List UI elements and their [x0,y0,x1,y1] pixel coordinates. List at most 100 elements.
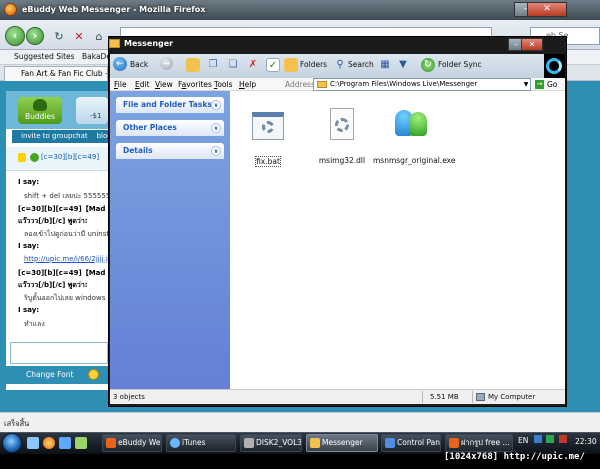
forward-icon[interactable]: → [160,57,173,70]
taskbar-button-upload[interactable]: ฝากรูป free ... [445,434,513,452]
location-text: My Computer [488,393,536,401]
chevron-down-icon[interactable]: ∨ [211,100,221,110]
chat-sender: แว๊ววว[/b][/c] พูดว่า: [18,281,88,290]
block-link[interactable]: block [97,132,108,140]
language-indicator[interactable]: EN [518,436,528,445]
bookmark-suggested-sites[interactable]: Suggested Sites [14,52,75,61]
folder-sync-button[interactable]: Folder Sync [438,55,482,75]
drive-icon [244,438,254,448]
firefox-quicklaunch-icon[interactable] [43,437,55,449]
taskbar-label: iTunes [182,438,206,447]
menu-help[interactable]: Help [239,80,256,89]
chevron-down-icon[interactable]: ∨ [211,123,221,133]
windows-live-logo [544,54,565,78]
explorer-close-button[interactable]: ✕ [521,38,543,51]
file-folder-tasks-header[interactable]: File and Folder Tasks ∨ [116,97,224,113]
go-arrow-icon: → [535,80,544,89]
reload-icon[interactable]: ↻ [52,30,66,44]
chat-sender: I say: [18,178,40,186]
folder-sync-icon[interactable]: ↻ [421,58,435,72]
chat-message: ลองเข้าไปดูก่อนว่ามี uninsta [24,230,108,239]
taskbar-button-disk2[interactable]: DISK2_VOL3... [240,434,302,452]
menu-tools[interactable]: Tools [214,80,232,89]
views-icon[interactable]: ▦ [378,58,392,72]
chat-input[interactable] [10,342,108,364]
delete-icon[interactable]: ✗ [246,58,260,72]
other-places-header[interactable]: Other Places ∨ [116,120,224,136]
folders-button[interactable]: Folders [300,55,327,75]
tray-app-icon[interactable] [546,435,555,443]
chat-sender: [c=30][b][c=49]【Mad La [18,268,108,277]
firefox-icon [106,438,116,448]
taskbar-button-itunes[interactable]: iTunes [166,434,236,452]
batch-file-icon [252,112,284,140]
explorer-title: Messenger [124,39,174,48]
network-icon[interactable] [533,435,542,443]
task-label: Other Places [123,123,177,132]
invite-groupchat-bar: invite to groupchat block [12,130,108,143]
status-divider [472,391,473,403]
menu-favorites[interactable]: Favorites [178,80,212,89]
move-to-icon[interactable]: ❐ [206,58,220,72]
computer-icon [476,393,485,401]
views-dropdown-icon[interactable]: ▼ [396,58,410,72]
address-label: Address [285,80,315,89]
forward-arrow-icon[interactable]: › [26,27,44,45]
system-tray: EN [518,435,567,445]
back-arrow-icon[interactable]: ‹ [5,26,25,46]
copy-to-icon[interactable]: ❏ [226,58,240,72]
status-divider [422,391,423,403]
file-name: fix.bat [255,156,281,167]
menu-view[interactable]: View [155,80,173,89]
buddies-button[interactable]: Buddies [18,97,62,124]
file-name: msnmsgr_original.exe [373,156,456,165]
chat-sender: แว๊ววว[/b][/c] พูดว่า: [18,217,88,226]
home-icon[interactable]: ⌂ [92,30,106,44]
chat-sender: I say: [18,242,40,250]
close-button[interactable]: ✕ [527,2,567,17]
chevron-down-icon[interactable]: ∨ [211,146,221,156]
details-header[interactable]: Details ∨ [116,143,224,159]
address-dropdown-icon[interactable]: ▼ [521,79,530,90]
folders-icon[interactable] [284,58,298,72]
taskbar-button-messenger[interactable]: Messenger [306,434,378,452]
menu-file[interactable]: File [114,80,127,89]
emoticon-icon[interactable] [88,369,99,380]
go-button[interactable]: → Go [533,78,564,91]
back-button[interactable]: Back [130,55,148,75]
taskbar-button-control-panel[interactable]: Control Panel [381,434,441,452]
status-text: เสร็จสิ้น [4,419,30,428]
back-icon[interactable]: ← [113,57,127,71]
ie-quicklaunch-icon[interactable] [59,437,71,449]
firefox-statusbar: เสร็จสิ้น [0,412,600,432]
browser-tab[interactable]: Fan Art & Fan Fic Club - INE [4,66,108,81]
firefox-icon [4,3,17,16]
chat-log: I say: shift + del เลยปะ 5555555 [c=30][b]… [6,172,108,340]
search-icon[interactable]: ⚲ [333,58,347,72]
taskbar-button-ebuddy[interactable]: eBuddy We... [102,434,162,452]
total-size: 5.51 MB [430,393,459,401]
chat-sender: [c=30][b][c=49]【Mad La [18,204,108,213]
search-button[interactable]: Search [348,55,374,75]
chat-link[interactable]: http://upic.me/i/66/2jjjj.jpg [24,255,108,263]
explorer-titlebar: Messenger [109,38,564,52]
up-folder-icon[interactable] [186,58,200,72]
clock[interactable]: 22:30 [575,437,597,446]
media-quicklaunch-icon[interactable] [75,437,87,449]
show-desktop-icon[interactable] [27,437,39,449]
ebuddy-tab2[interactable]: -$1 [76,97,108,124]
address-folder-icon [317,81,327,88]
menu-edit[interactable]: Edit [135,80,150,89]
address-bar[interactable]: C:\Program Files\Windows Live\Messenger … [313,78,531,91]
stop-icon[interactable]: ✕ [72,30,86,44]
properties-icon[interactable]: ✓ [266,58,280,72]
explorer-statusbar: 3 objects 5.51 MB My Computer [110,389,565,404]
taskbar-label: Messenger [322,438,363,447]
change-font-button[interactable]: Change Font [26,370,73,379]
security-icon[interactable] [558,435,567,443]
firefox-icon [449,438,459,448]
start-button[interactable] [2,433,22,453]
taskbar-label: ฝากรูป free ... [461,438,510,447]
invite-groupchat-link[interactable]: invite to groupchat [21,132,88,140]
chat-sender: I say: [18,306,40,314]
